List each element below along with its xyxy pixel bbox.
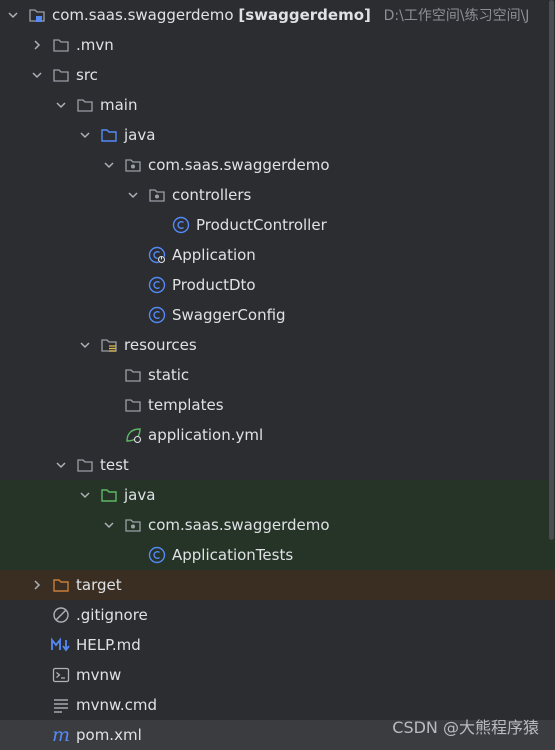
tree-label: java (124, 486, 156, 504)
tree-row-target[interactable]: target (0, 570, 555, 600)
chevron-down-icon[interactable] (78, 120, 92, 150)
tree-row-mvnw[interactable]: mvnw (0, 660, 555, 690)
maven-icon: m (51, 724, 71, 746)
terminal-icon (52, 666, 70, 684)
runnable-class-icon (148, 246, 166, 264)
package-icon (148, 186, 166, 204)
module-name: [swaggerdemo] (238, 6, 371, 24)
tree-label: com.saas.swaggerdemo (148, 516, 330, 534)
scrollbar[interactable] (549, 0, 554, 540)
tree-label: .gitignore (76, 606, 148, 624)
tree-label: ProductDto (172, 276, 256, 294)
root-label: com.saas.swaggerdemo [swaggerdemo] D:\工作… (52, 0, 529, 30)
resources-folder-icon (100, 336, 118, 354)
tree-row-application-yml[interactable]: application.yml (0, 420, 555, 450)
tree-row-test-java[interactable]: java (0, 480, 555, 510)
module-folder-icon (28, 6, 46, 24)
tree-label: .mvn (76, 36, 114, 54)
tree-label: target (76, 576, 122, 594)
folder-icon (76, 456, 94, 474)
tree-row-swaggerconfig[interactable]: SwaggerConfig (0, 300, 555, 330)
tree-label: resources (124, 336, 197, 354)
tree-row-application[interactable]: Application (0, 240, 555, 270)
tree-label: ProductController (196, 216, 327, 234)
spring-leaf-icon (124, 426, 142, 444)
tree-label: application.yml (148, 426, 264, 444)
tree-row-resources[interactable]: resources (0, 330, 555, 360)
class-icon (148, 306, 166, 324)
tree-label: SwaggerConfig (172, 306, 286, 324)
tree-label: HELP.md (76, 636, 141, 654)
text-file-icon (52, 696, 70, 714)
tree-label: mvnw.cmd (76, 696, 158, 714)
chevron-down-icon[interactable] (126, 180, 140, 210)
tree-label: controllers (172, 186, 252, 204)
tree-row-gitignore[interactable]: .gitignore (0, 600, 555, 630)
folder-icon (76, 96, 94, 114)
class-icon (148, 276, 166, 294)
root-name: com.saas.swaggerdemo (52, 6, 234, 24)
test-folder-icon (100, 486, 118, 504)
excluded-folder-icon (52, 576, 70, 594)
folder-icon (52, 36, 70, 54)
tree-label: Application (172, 246, 256, 264)
watermark: CSDN @大熊程序猿 (392, 718, 539, 737)
tree-label: mvnw (76, 666, 122, 684)
class-icon (172, 216, 190, 234)
tree-label: static (148, 366, 190, 384)
chevron-right-icon[interactable] (30, 570, 44, 600)
tree-label: templates (148, 396, 224, 414)
tree-label: src (76, 66, 98, 84)
tree-label: main (100, 96, 138, 114)
tree-row-test[interactable]: test (0, 450, 555, 480)
chevron-down-icon[interactable] (54, 450, 68, 480)
markdown-icon (50, 636, 72, 654)
chevron-down-icon[interactable] (102, 150, 116, 180)
tree-row-test-package[interactable]: com.saas.swaggerdemo (0, 510, 555, 540)
chevron-down-icon[interactable] (6, 0, 20, 30)
root-path: D:\工作空间\练习空间\J (383, 8, 530, 24)
package-icon (124, 516, 142, 534)
folder-icon (52, 66, 70, 84)
tree-row-productdto[interactable]: ProductDto (0, 270, 555, 300)
chevron-down-icon[interactable] (78, 330, 92, 360)
tree-label: java (124, 126, 156, 144)
tree-label: ApplicationTests (172, 546, 294, 564)
folder-icon (124, 396, 142, 414)
project-tree: com.saas.swaggerdemo [swaggerdemo] D:\工作… (0, 0, 555, 750)
chevron-right-icon[interactable] (30, 30, 44, 60)
tree-row-static[interactable]: static (0, 360, 555, 390)
ignore-file-icon (52, 606, 70, 624)
tree-row-controllers[interactable]: controllers (0, 180, 555, 210)
chevron-down-icon[interactable] (102, 510, 116, 540)
tree-row-help-md[interactable]: HELP.md (0, 630, 555, 660)
tree-row-java[interactable]: java (0, 120, 555, 150)
tree-label: com.saas.swaggerdemo (148, 156, 330, 174)
tree-label: test (100, 456, 129, 474)
tree-row-main[interactable]: main (0, 90, 555, 120)
tree-row-mvn[interactable]: .mvn (0, 30, 555, 60)
tree-row-templates[interactable]: templates (0, 390, 555, 420)
tree-row-applicationtests[interactable]: ApplicationTests (0, 540, 555, 570)
chevron-down-icon[interactable] (54, 90, 68, 120)
tree-row-root[interactable]: com.saas.swaggerdemo [swaggerdemo] D:\工作… (0, 0, 555, 30)
tree-row-src[interactable]: src (0, 60, 555, 90)
source-folder-icon (100, 126, 118, 144)
tree-row-package[interactable]: com.saas.swaggerdemo (0, 150, 555, 180)
folder-icon (124, 366, 142, 384)
package-icon (124, 156, 142, 174)
chevron-down-icon[interactable] (78, 480, 92, 510)
tree-row-productcontroller[interactable]: ProductController (0, 210, 555, 240)
chevron-down-icon[interactable] (30, 60, 44, 90)
class-icon (148, 546, 166, 564)
